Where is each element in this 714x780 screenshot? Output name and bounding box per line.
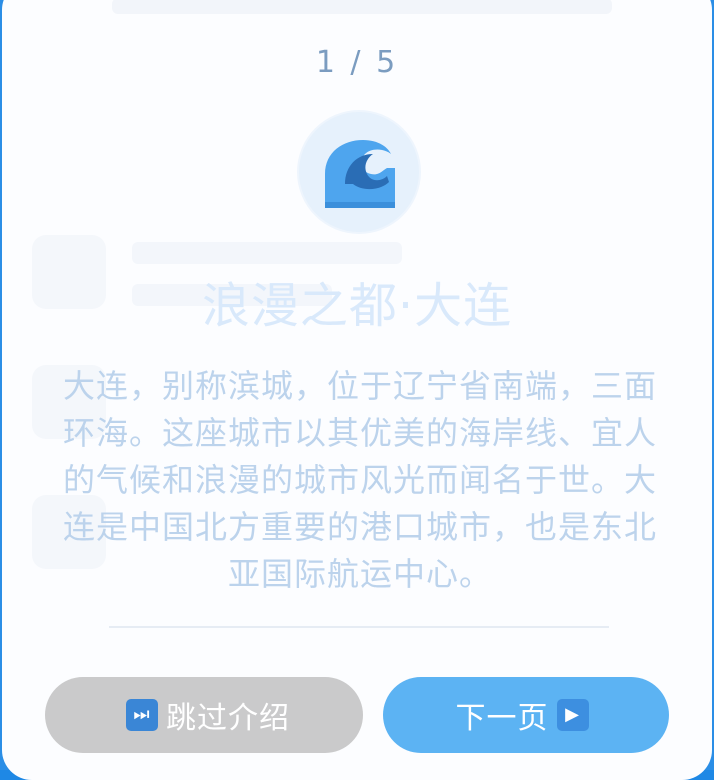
skip-intro-label: 跳过介绍 bbox=[166, 701, 290, 736]
modal-title: 浪漫之都·大连 bbox=[201, 278, 513, 334]
next-page-label: 下一页 bbox=[455, 701, 549, 736]
ghost-header-bar bbox=[112, 0, 612, 14]
skip-intro-button[interactable]: ⏭ 跳过介绍 bbox=[45, 677, 363, 753]
next-page-button[interactable]: 下一页 ▶ bbox=[383, 677, 669, 753]
divider bbox=[109, 626, 609, 628]
skip-forward-icon: ⏭ bbox=[126, 699, 158, 731]
play-icon: ▶ bbox=[556, 699, 589, 731]
ocean-wave-icon bbox=[325, 140, 395, 208]
modal-description: 大连，别称滨城，位于辽宁省南端，三面环海。这座城市以其优美的海岸线、宜人的气候和… bbox=[62, 367, 657, 593]
intro-modal: 1 / 5 浪漫之都·大连 大连，别称滨城，位于辽宁省南端，三面环海。这座城市以… bbox=[2, 0, 712, 780]
page-counter: 1 / 5 bbox=[315, 45, 399, 80]
ghost-line bbox=[132, 242, 402, 264]
icon-badge bbox=[299, 112, 419, 232]
